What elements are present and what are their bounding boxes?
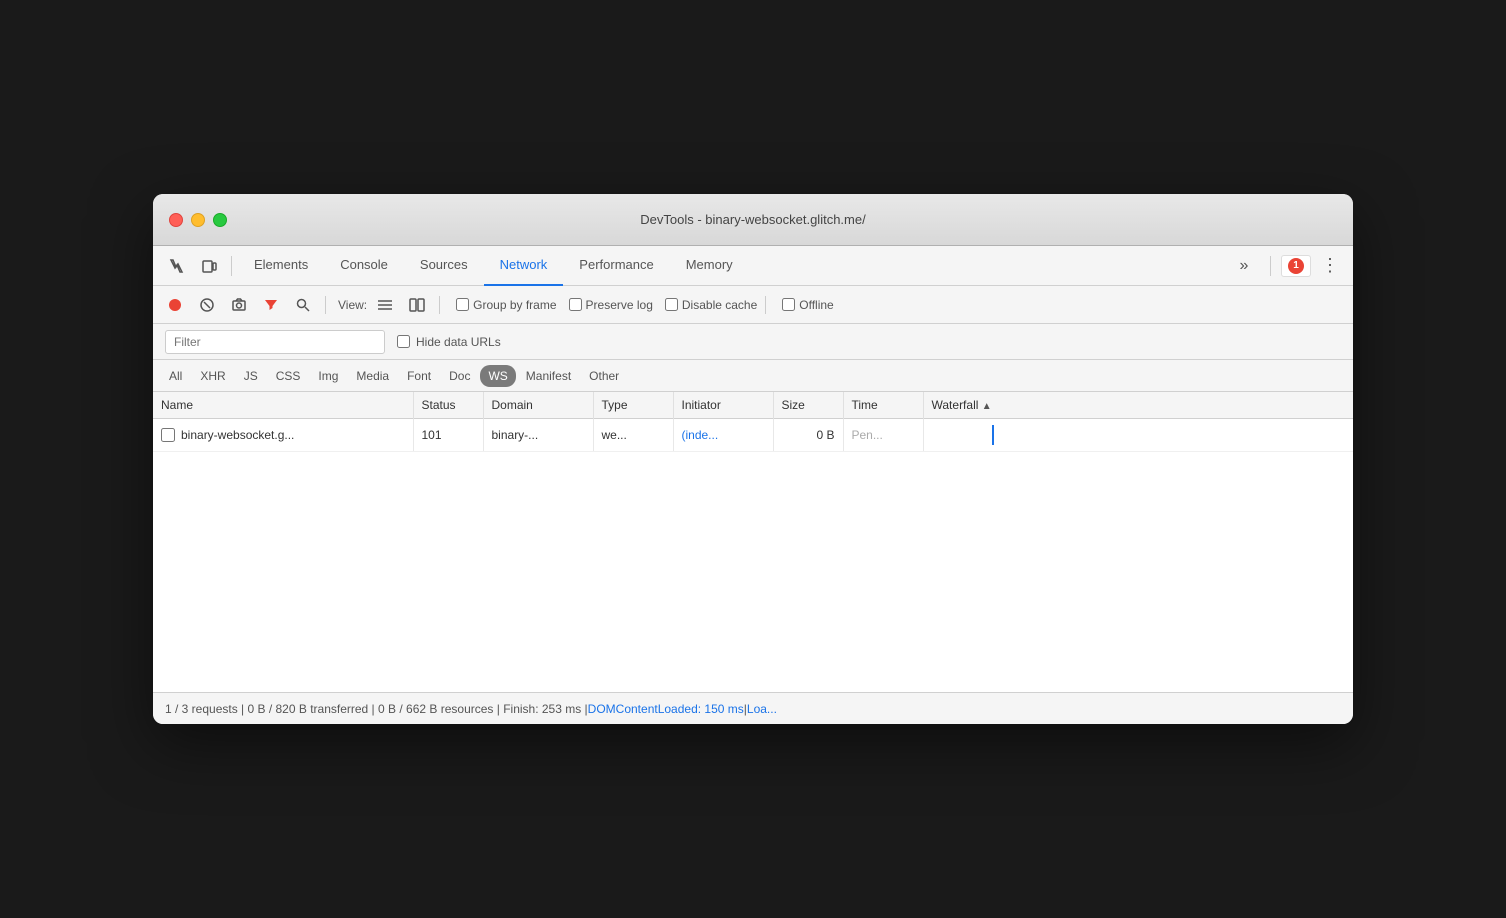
load-link[interactable]: Loa...: [747, 702, 777, 716]
type-filter-js[interactable]: JS: [236, 365, 266, 387]
table-row[interactable]: binary-websocket.g... 101 binary-... we.…: [153, 419, 1353, 452]
traffic-lights: [169, 213, 227, 227]
tab-network[interactable]: Network: [484, 246, 564, 286]
cell-domain: binary-...: [483, 419, 593, 452]
status-bar: 1 / 3 requests | 0 B / 820 B transferred…: [153, 692, 1353, 724]
col-header-name[interactable]: Name: [153, 392, 413, 419]
waterfall-line: [992, 425, 994, 445]
filter-input[interactable]: [165, 330, 385, 354]
cell-status: 101: [413, 419, 483, 452]
type-filter-img[interactable]: Img: [310, 365, 346, 387]
cell-time: Pen...: [843, 419, 923, 452]
group-by-frame-checkbox-group: Group by frame: [456, 298, 556, 312]
cell-name: binary-websocket.g...: [153, 419, 413, 452]
type-filter-media[interactable]: Media: [348, 365, 397, 387]
offline-label: Offline: [799, 298, 833, 312]
disable-cache-label: Disable cache: [682, 298, 757, 312]
network-table: Name Status Domain Type Initiator: [153, 392, 1353, 452]
offline-checkbox[interactable]: [782, 298, 795, 311]
group-view-button[interactable]: [403, 291, 431, 319]
maximize-button[interactable]: [213, 213, 227, 227]
dom-content-loaded-link[interactable]: DOMContentLoaded: 150 ms: [588, 702, 744, 716]
hide-data-urls-label[interactable]: Hide data URLs: [397, 335, 501, 349]
type-filter-font[interactable]: Font: [399, 365, 439, 387]
tab-sources[interactable]: Sources: [404, 246, 484, 286]
col-header-waterfall[interactable]: Waterfall ▲: [923, 392, 1353, 419]
filter-bar: Hide data URLs: [153, 324, 1353, 360]
tab-performance[interactable]: Performance: [563, 246, 669, 286]
waterfall-sort-arrow: ▲: [982, 401, 992, 412]
col-header-size[interactable]: Size: [773, 392, 843, 419]
preserve-log-checkbox[interactable]: [569, 298, 582, 311]
error-count-icon: 1: [1288, 258, 1304, 274]
network-toolbar: View: Group by frame Preserve log: [153, 286, 1353, 324]
view-label: View:: [338, 298, 367, 312]
hide-data-urls-checkbox[interactable]: [397, 335, 410, 348]
list-view-button[interactable]: [371, 291, 399, 319]
tab-memory[interactable]: Memory: [670, 246, 749, 286]
settings-dots-button[interactable]: ⋮: [1315, 255, 1345, 276]
record-button[interactable]: [161, 291, 189, 319]
close-button[interactable]: [169, 213, 183, 227]
disable-cache-checkbox[interactable]: [665, 298, 678, 311]
nt-separator-1: [325, 296, 326, 314]
nt-separator-2: [439, 296, 440, 314]
type-filter-all[interactable]: All: [161, 365, 190, 387]
table-header-row: Name Status Domain Type Initiator: [153, 392, 1353, 419]
title-bar: DevTools - binary-websocket.glitch.me/: [153, 194, 1353, 246]
screenshot-button[interactable]: [225, 291, 253, 319]
preserve-log-label: Preserve log: [586, 298, 653, 312]
type-filter-css[interactable]: CSS: [268, 365, 309, 387]
devtools-window: DevTools - binary-websocket.glitch.me/ E…: [153, 194, 1353, 724]
device-toggle-icon[interactable]: [193, 250, 225, 282]
offline-checkbox-group: Offline: [782, 298, 833, 312]
status-text: 1 / 3 requests | 0 B / 820 B transferred…: [165, 702, 588, 716]
tab-elements[interactable]: Elements: [238, 246, 324, 286]
toolbar-right: » 1 ⋮: [1228, 250, 1345, 282]
col-header-time[interactable]: Time: [843, 392, 923, 419]
group-by-frame-checkbox[interactable]: [456, 298, 469, 311]
tab-bar: Elements Console Sources Network Perform…: [238, 246, 1228, 286]
filter-icon-button[interactable]: [257, 291, 285, 319]
col-header-domain[interactable]: Domain: [483, 392, 593, 419]
inspector-icon[interactable]: [161, 250, 193, 282]
tab-console[interactable]: Console: [324, 246, 404, 286]
window-title: DevTools - binary-websocket.glitch.me/: [640, 212, 865, 227]
cell-initiator: (inde...: [673, 419, 773, 452]
col-header-type[interactable]: Type: [593, 392, 673, 419]
toolbar-separator-1: [231, 256, 232, 276]
disable-cache-checkbox-group: Disable cache: [665, 298, 757, 312]
type-filter-doc[interactable]: Doc: [441, 365, 478, 387]
type-filter-ws[interactable]: WS: [480, 365, 515, 387]
type-filter-manifest[interactable]: Manifest: [518, 365, 579, 387]
error-badge[interactable]: 1: [1281, 255, 1311, 277]
type-filter-xhr[interactable]: XHR: [192, 365, 233, 387]
type-filter-bar: All XHR JS CSS Img Media Font Doc WS Man…: [153, 360, 1353, 392]
col-header-status[interactable]: Status: [413, 392, 483, 419]
main-toolbar: Elements Console Sources Network Perform…: [153, 246, 1353, 286]
cell-type: we...: [593, 419, 673, 452]
group-by-frame-label: Group by frame: [473, 298, 556, 312]
cell-waterfall: [923, 419, 1353, 452]
type-filter-other[interactable]: Other: [581, 365, 627, 387]
cell-size: 0 B: [773, 419, 843, 452]
col-header-initiator[interactable]: Initiator: [673, 392, 773, 419]
row-checkbox[interactable]: [161, 428, 175, 442]
network-table-area: Name Status Domain Type Initiator: [153, 392, 1353, 692]
minimize-button[interactable]: [191, 213, 205, 227]
search-button[interactable]: [289, 291, 317, 319]
more-tabs-button[interactable]: »: [1228, 250, 1260, 282]
preserve-log-checkbox-group: Preserve log: [569, 298, 653, 312]
toolbar-separator-2: [1270, 256, 1271, 276]
clear-button[interactable]: [193, 291, 221, 319]
nt-separator-3: [765, 296, 766, 314]
